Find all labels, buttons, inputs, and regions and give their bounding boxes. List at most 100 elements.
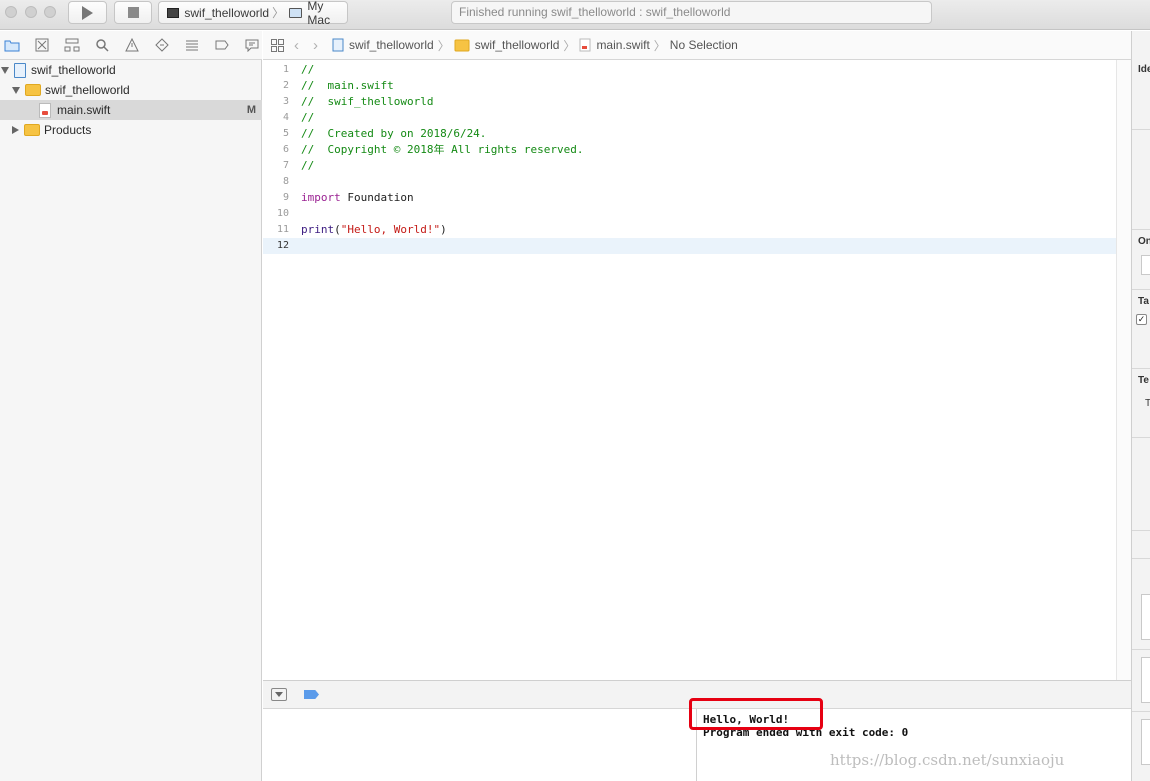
- library-item[interactable]: [1141, 657, 1150, 703]
- find-navigator-tab[interactable]: [92, 36, 111, 54]
- code-comment: // Copyright © 2018年 All rights reserved…: [301, 143, 584, 156]
- disclosure-open-icon[interactable]: [1, 66, 9, 74]
- code-line[interactable]: 6 // Copyright © 2018年 All rights reserve…: [263, 142, 1116, 158]
- chevron-right-icon: 〉: [272, 6, 285, 20]
- tree-item-products[interactable]: Products: [0, 120, 262, 140]
- code-line[interactable]: 3 // swif_thelloworld: [263, 94, 1116, 110]
- jumpbar-selection[interactable]: No Selection: [670, 38, 738, 52]
- disclosure-closed-icon[interactable]: [12, 126, 19, 134]
- code-line[interactable]: 2 // main.swift: [263, 78, 1116, 94]
- jumpbar-file[interactable]: main.swift: [596, 38, 649, 52]
- editor-scrollbar[interactable]: [1116, 60, 1131, 680]
- code-function: print: [301, 223, 335, 236]
- code-line-current[interactable]: 12: [263, 238, 1116, 254]
- minimize-window-button[interactable]: [25, 6, 37, 18]
- report-navigator-tab[interactable]: [242, 36, 261, 54]
- breakpoints-toggle-icon[interactable]: [304, 690, 319, 699]
- divider: [1132, 530, 1150, 531]
- stop-icon: [127, 7, 139, 18]
- run-button[interactable]: [68, 1, 107, 24]
- divider: [1132, 558, 1150, 559]
- source-editor[interactable]: 1// 2// main.swift 3// swif_thelloworld …: [263, 60, 1116, 680]
- tree-item-project[interactable]: swif_thelloworld: [0, 60, 262, 80]
- scheme-name: swif_thelloworld: [184, 5, 270, 20]
- disclosure-open-icon[interactable]: [12, 86, 20, 94]
- code-line[interactable]: 10: [263, 206, 1116, 222]
- issue-navigator-tab[interactable]: [122, 36, 141, 54]
- line-number: 5: [282, 128, 289, 139]
- divider: [1132, 129, 1150, 130]
- library-item[interactable]: [1141, 719, 1150, 765]
- code-line[interactable]: 7 //: [263, 158, 1116, 174]
- stop-button[interactable]: [114, 1, 152, 24]
- back-arrow-icon[interactable]: ‹: [294, 37, 299, 54]
- project-navigator-tab[interactable]: [2, 36, 21, 54]
- line-number: 2: [282, 80, 289, 91]
- line-number: 7: [282, 160, 289, 171]
- target-membership-checkbox[interactable]: ✓: [1136, 314, 1147, 325]
- toolbar: swif_thelloworld 〉 My Mac Finished runni…: [0, 0, 1150, 30]
- folder-icon: [4, 40, 19, 52]
- code-string: "Hello, World!": [340, 223, 441, 236]
- divider: [1132, 437, 1150, 438]
- project-icon: [14, 62, 26, 78]
- line-number: 4: [282, 112, 289, 123]
- code-keyword: import: [301, 191, 341, 204]
- line-number: 11: [276, 224, 289, 235]
- search-icon: [95, 39, 109, 52]
- warning-icon: [124, 38, 139, 52]
- folder-icon: [25, 84, 41, 96]
- jump-bar: ‹ › swif_thelloworld 〉 swif_thelloworld …: [263, 31, 1131, 60]
- folder-icon: [454, 39, 470, 51]
- jumpbar-group[interactable]: swif_thelloworld: [475, 38, 560, 52]
- source-control-icon: [35, 38, 48, 52]
- code-line[interactable]: 9 import Foundation: [263, 190, 1116, 206]
- list-icon: [185, 40, 198, 51]
- variables-view[interactable]: [263, 709, 697, 781]
- line-number: 10: [276, 208, 289, 219]
- code-line[interactable]: 8: [263, 174, 1116, 190]
- inspector-field[interactable]: [1141, 255, 1150, 275]
- zoom-window-button[interactable]: [44, 6, 56, 18]
- speech-bubble-icon: [245, 39, 258, 52]
- hide-debug-area-button[interactable]: [271, 688, 287, 701]
- line-number: 6: [282, 144, 289, 155]
- breakpoint-navigator-tab[interactable]: [212, 36, 231, 54]
- tree-item-group[interactable]: swif_thelloworld: [0, 80, 262, 100]
- code-comment: // Created by on 2018/6/24.: [301, 127, 487, 140]
- code-line[interactable]: 11 print("Hello, World!"): [263, 222, 1116, 238]
- code-comment: // main.swift: [301, 79, 394, 92]
- test-navigator-tab[interactable]: [152, 36, 171, 54]
- activity-status: Finished running swif_thelloworld : swif…: [451, 1, 932, 24]
- line-number: 1: [282, 64, 289, 75]
- highlight-annotation-box: [689, 698, 823, 730]
- inspector-panel: Ide On Ta ✓ Te T: [1131, 31, 1150, 781]
- scheme-selector[interactable]: swif_thelloworld 〉 My Mac: [158, 0, 348, 27]
- jumpbar-project[interactable]: swif_thelloworld: [349, 38, 434, 52]
- close-window-button[interactable]: [5, 6, 17, 18]
- navigator-selector-bar: [0, 31, 262, 60]
- code-comment: //: [301, 111, 315, 124]
- tree-item-main-swift[interactable]: main.swift M: [0, 100, 262, 120]
- swift-file-icon: [39, 102, 51, 118]
- laptop-icon: [289, 7, 303, 18]
- code-line[interactable]: 5 // Created by on 2018/6/24.: [263, 126, 1116, 142]
- code-line[interactable]: 1 //: [263, 62, 1116, 78]
- line-number: 8: [282, 176, 289, 187]
- related-items-icon[interactable]: [271, 38, 284, 52]
- source-control-navigator-tab[interactable]: [32, 36, 51, 54]
- inspector-section-heading: Te: [1138, 375, 1149, 386]
- tree-item-label: Products: [44, 123, 92, 137]
- divider: [1132, 711, 1150, 712]
- watermark: https://blog.csdn.net/sunxiaoju: [830, 751, 1065, 769]
- library-item[interactable]: [1141, 594, 1150, 640]
- inspector-section-heading: On: [1138, 236, 1150, 247]
- code-identifier: Foundation: [340, 191, 414, 204]
- debug-navigator-tab[interactable]: [182, 36, 201, 54]
- breakpoint-icon: [215, 40, 229, 50]
- folder-icon: [24, 124, 40, 136]
- forward-arrow-icon[interactable]: ›: [313, 37, 318, 54]
- symbol-navigator-tab[interactable]: [62, 36, 81, 54]
- code-line[interactable]: 4 //: [263, 110, 1116, 126]
- tree-item-label: main.swift: [57, 103, 111, 117]
